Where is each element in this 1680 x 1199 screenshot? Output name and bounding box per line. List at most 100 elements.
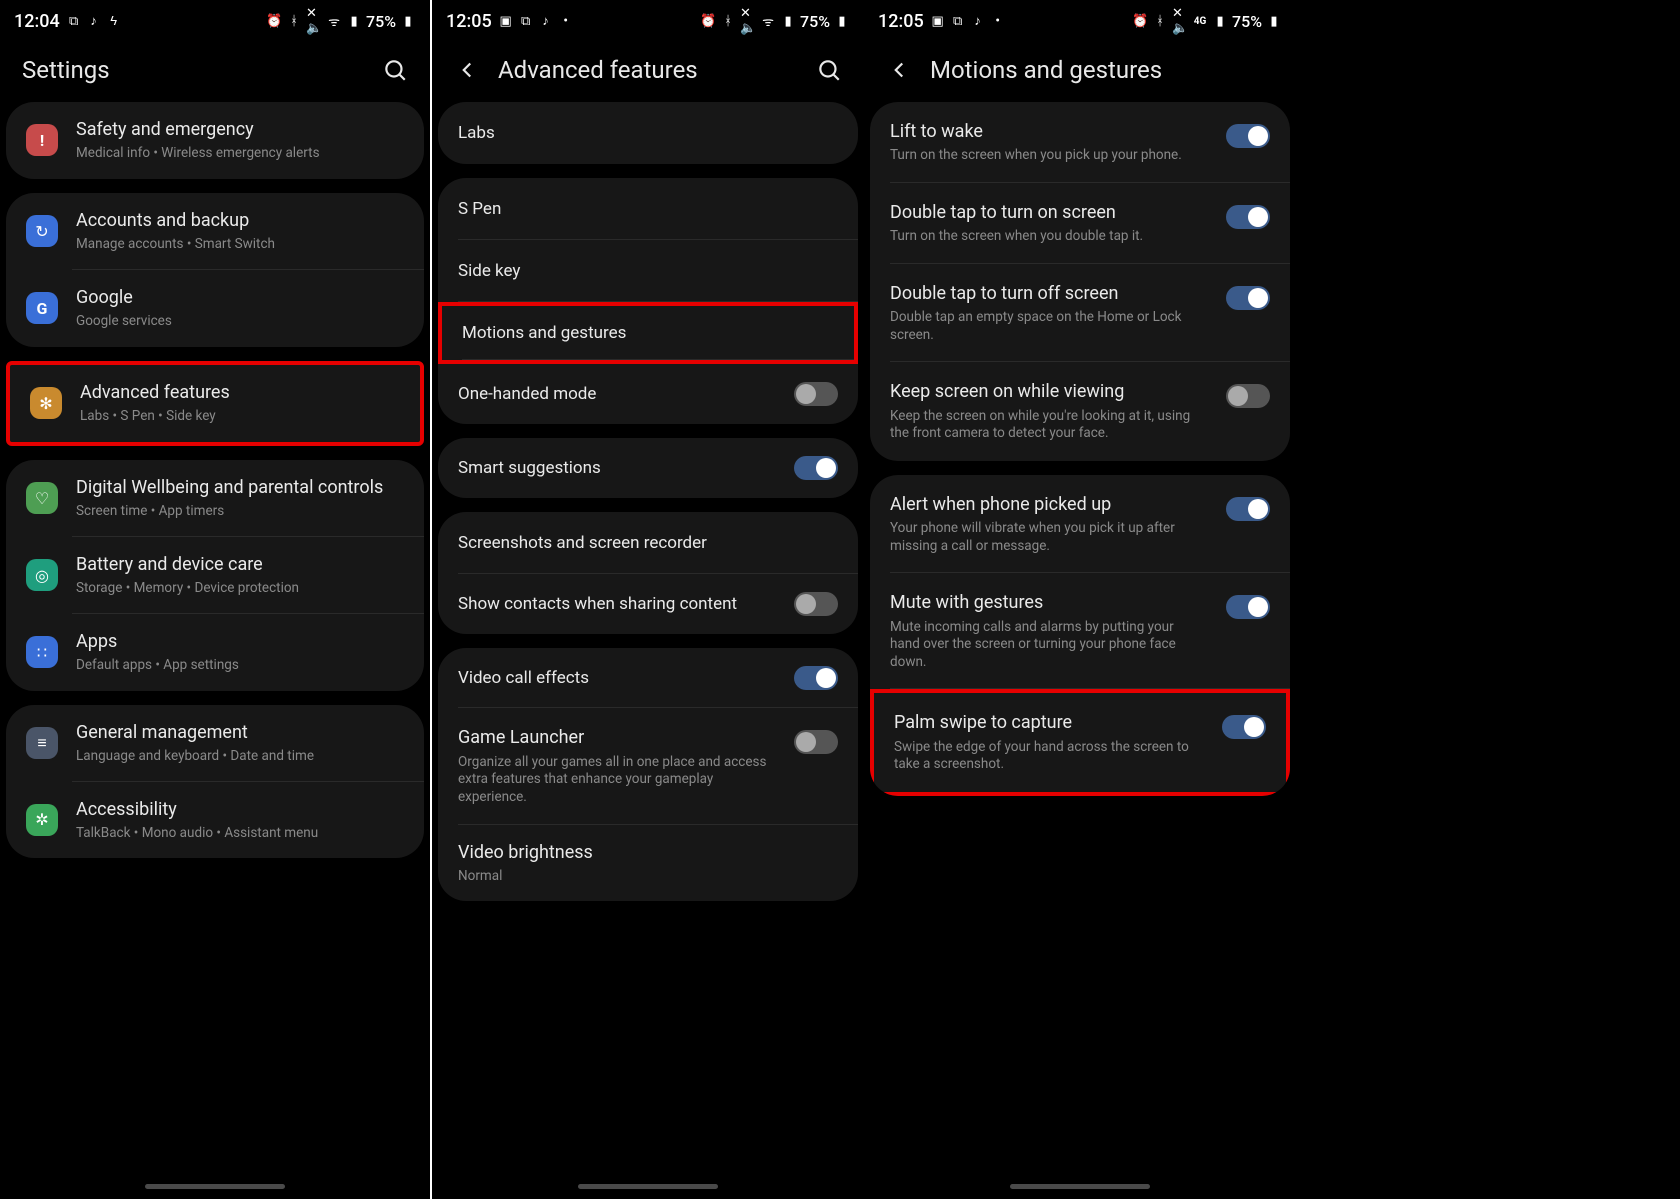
settings-item-show-contacts[interactable]: Show contacts when sharing content [438, 574, 858, 634]
settings-item-advanced-features[interactable]: ✻ Advanced features Labs • S Pen • Side … [10, 365, 420, 442]
row-title: Labs [458, 122, 838, 144]
toggle-show-contacts[interactable] [794, 592, 838, 616]
nav-pill[interactable] [1010, 1184, 1150, 1189]
toggle-lift-to-wake[interactable] [1226, 124, 1270, 148]
settings-item-palm-swipe[interactable]: Palm swipe to capture Swipe the edge of … [874, 693, 1286, 791]
settings-item-keep-screen-on[interactable]: Keep screen on while viewing Keep the sc… [870, 362, 1290, 460]
back-icon[interactable] [886, 57, 912, 83]
toggle-smart-suggestions[interactable] [794, 456, 838, 480]
settings-item-motions-gestures[interactable]: Motions and gestures [442, 306, 854, 360]
settings-item-double-tap-off[interactable]: Double tap to turn off screen Double tap… [870, 264, 1290, 362]
row-title: Palm swipe to capture [894, 711, 1202, 734]
card-wellbeing: ♡ Digital Wellbeing and parental control… [6, 460, 424, 691]
row-sub: Google services [76, 313, 404, 331]
bluetooth-icon: ᚼ [286, 13, 302, 29]
music-icon: ♪ [970, 13, 986, 29]
row-title: Side key [458, 260, 838, 282]
settings-item-accessibility[interactable]: ✲ Accessibility TalkBack • Mono audio • … [6, 782, 424, 859]
status-bar: 12:05 ▣ ⧉ ♪ • ⏰ ᚼ ✕🔈 4G ▮ 75% ▮ [864, 0, 1296, 36]
search-icon[interactable] [382, 57, 408, 83]
mute-icon: ✕🔈 [1172, 13, 1188, 29]
overlay-icon: ⧉ [518, 13, 534, 29]
image-icon: ▣ [930, 13, 946, 29]
toggle-video-call-effects[interactable] [794, 666, 838, 690]
settings-item-safety[interactable]: ! Safety and emergency Medical info • Wi… [6, 102, 424, 179]
settings-item-double-tap-on[interactable]: Double tap to turn on screen Turn on the… [870, 183, 1290, 264]
settings-item-battery[interactable]: ◎ Battery and device care Storage • Memo… [6, 537, 424, 614]
toggle-double-tap-off[interactable] [1226, 286, 1270, 310]
overlay-icon: ⧉ [66, 13, 82, 29]
music-icon: ♪ [538, 13, 554, 29]
toggle-alert-picked-up[interactable] [1226, 497, 1270, 521]
settings-screen: 12:04 ⧉ ♪ ϟ ⏰ ᚼ ✕🔈 ᯤ ▮ 75% ▮ Settings ! [0, 0, 432, 1199]
nav-pill[interactable] [578, 1184, 718, 1189]
card-input: S Pen Side key Motions and gestures One-… [438, 178, 858, 424]
overlay-icon: ⧉ [950, 13, 966, 29]
page-header: Advanced features [432, 36, 864, 102]
row-sub: Screen time • App timers [76, 503, 404, 521]
row-title: Video brightness [458, 841, 838, 864]
advanced-features-list: Labs S Pen Side key Motions and gestures… [432, 102, 864, 901]
settings-item-game-launcher[interactable]: Game Launcher Organize all your games al… [438, 708, 858, 824]
settings-item-labs[interactable]: Labs [438, 102, 858, 164]
card-video: Video call effects Game Launcher Organiz… [438, 648, 858, 901]
row-title: Show contacts when sharing content [458, 593, 774, 615]
settings-item-alert-picked-up[interactable]: Alert when phone picked up Your phone wi… [870, 475, 1290, 573]
row-title: Smart suggestions [458, 457, 774, 479]
sync-icon: ↻ [26, 215, 58, 247]
settings-item-accounts[interactable]: ↻ Accounts and backup Manage accounts • … [6, 193, 424, 270]
toggle-game-launcher[interactable] [794, 730, 838, 754]
row-title: Double tap to turn on screen [890, 201, 1206, 224]
bluetooth-icon: ᚼ [720, 13, 736, 29]
settings-item-video-brightness[interactable]: Video brightness Normal [438, 825, 858, 902]
toggle-one-handed[interactable] [794, 382, 838, 406]
back-icon[interactable] [454, 57, 480, 83]
settings-item-video-call-effects[interactable]: Video call effects [438, 648, 858, 708]
toggle-palm-swipe[interactable] [1222, 715, 1266, 739]
4g-icon: 4G [1192, 13, 1208, 29]
battery-percent: 75% [800, 12, 830, 31]
settings-item-general-management[interactable]: ≡ General management Language and keyboa… [6, 705, 424, 782]
row-sub: Double tap an empty space on the Home or… [890, 309, 1206, 344]
row-title: General management [76, 721, 404, 744]
settings-item-side-key[interactable]: Side key [438, 240, 858, 302]
card-safety: ! Safety and emergency Medical info • Wi… [6, 102, 424, 179]
toggle-keep-screen-on[interactable] [1226, 384, 1270, 408]
advanced-features-screen: 12:05 ▣ ⧉ ♪ • ⏰ ᚼ ✕🔈 ᯤ ▮ 75% ▮ Advanced … [432, 0, 864, 1199]
battery-percent: 75% [366, 12, 396, 31]
status-time: 12:04 [14, 11, 60, 32]
row-title: Mute with gestures [890, 591, 1206, 614]
alarm-icon: ⏰ [266, 13, 282, 29]
toggle-double-tap-on[interactable] [1226, 205, 1270, 229]
toggle-mute-gestures[interactable] [1226, 595, 1270, 619]
row-title: Apps [76, 630, 404, 653]
mute-icon: ✕🔈 [306, 13, 322, 29]
row-title: One-handed mode [458, 383, 774, 405]
row-title: Advanced features [80, 381, 400, 404]
settings-item-screenshots[interactable]: Screenshots and screen recorder [438, 512, 858, 574]
status-bar: 12:05 ▣ ⧉ ♪ • ⏰ ᚼ ✕🔈 ᯤ ▮ 75% ▮ [432, 0, 864, 36]
settings-item-lift-to-wake[interactable]: Lift to wake Turn on the screen when you… [870, 102, 1290, 183]
row-title: S Pen [458, 198, 838, 220]
settings-item-spen[interactable]: S Pen [438, 178, 858, 240]
nav-pill[interactable] [145, 1184, 285, 1189]
music-icon: ♪ [86, 13, 102, 29]
settings-item-one-handed[interactable]: One-handed mode [438, 364, 858, 424]
search-icon[interactable] [816, 57, 842, 83]
settings-item-apps[interactable]: ∷ Apps Default apps • App settings [6, 614, 424, 691]
row-sub: Swipe the edge of your hand across the s… [894, 739, 1202, 774]
settings-item-wellbeing[interactable]: ♡ Digital Wellbeing and parental control… [6, 460, 424, 537]
page-title: Settings [22, 56, 110, 84]
row-sub: Mute incoming calls and alarms by puttin… [890, 619, 1206, 672]
row-title: Safety and emergency [76, 118, 404, 141]
battery-icon: ▮ [834, 13, 850, 29]
card-advanced-features: ✻ Advanced features Labs • S Pen • Side … [6, 361, 424, 446]
card-accounts: ↻ Accounts and backup Manage accounts • … [6, 193, 424, 347]
settings-item-smart-suggestions[interactable]: Smart suggestions [438, 438, 858, 498]
bluetooth-icon: ᚼ [1152, 13, 1168, 29]
page-header: Motions and gestures [864, 36, 1296, 102]
settings-item-mute-gestures[interactable]: Mute with gestures Mute incoming calls a… [870, 573, 1290, 689]
settings-item-google[interactable]: G Google Google services [6, 270, 424, 347]
row-title: Motions and gestures [462, 322, 834, 344]
card-labs: Labs [438, 102, 858, 164]
